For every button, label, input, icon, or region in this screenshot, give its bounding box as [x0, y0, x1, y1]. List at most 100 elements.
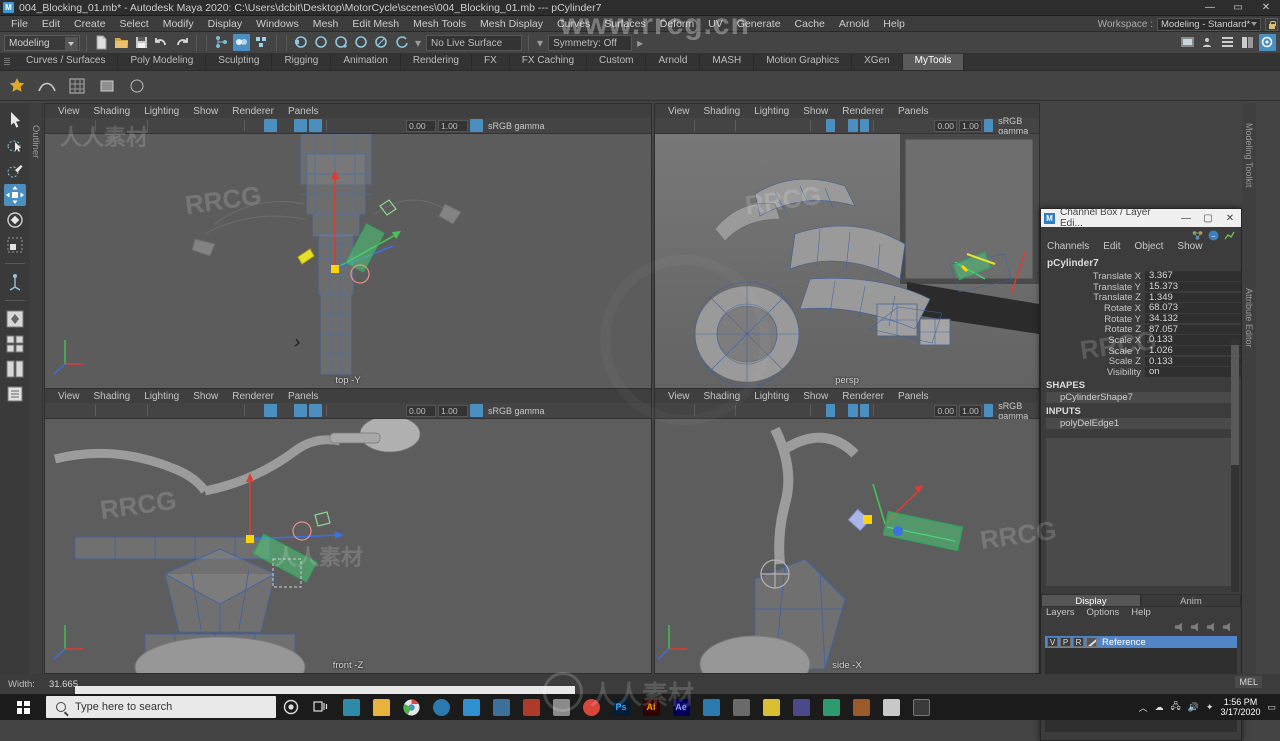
- resolution-gate-icon[interactable]: [740, 119, 749, 132]
- gate-mask-icon[interactable]: [167, 119, 180, 132]
- snap-projection-icon[interactable]: [353, 34, 370, 51]
- viewport-menu-view-2[interactable]: View: [51, 391, 87, 402]
- shelf-tab-rendering[interactable]: Rendering: [401, 53, 472, 70]
- menu-item-curves[interactable]: Curves: [550, 16, 597, 32]
- shelf-item-extra-icon[interactable]: [124, 73, 150, 99]
- minimize-button[interactable]: —: [1196, 0, 1224, 16]
- toggle-attribute-editor-icon[interactable]: [1219, 34, 1236, 51]
- bookmark-icon[interactable]: [681, 404, 690, 417]
- viewport-canvas-persp[interactable]: persp: [655, 134, 1039, 388]
- grease-pencil-icon[interactable]: [721, 404, 730, 417]
- live-surface-arrow[interactable]: ▾: [413, 36, 423, 50]
- shelf-tab-motion-graphics[interactable]: Motion Graphics: [754, 53, 853, 70]
- wireframe-icon[interactable]: [249, 404, 262, 417]
- layer-color-swatch[interactable]: [1086, 637, 1097, 647]
- menu-item-edit-mesh[interactable]: Edit Mesh: [345, 16, 406, 32]
- menu-item-uv[interactable]: UV: [701, 16, 730, 32]
- channel-row[interactable]: Translate X 3.367: [1041, 270, 1241, 282]
- wireframe-icon[interactable]: [249, 119, 262, 132]
- color-management-icon[interactable]: [983, 404, 994, 417]
- shelf-tab-custom[interactable]: Custom: [587, 53, 647, 70]
- shelf-tab-poly-modeling[interactable]: Poly Modeling: [118, 53, 207, 70]
- taskbar-photoshop-icon[interactable]: Ps: [606, 694, 636, 720]
- taskbar-app-10-icon[interactable]: [846, 694, 876, 720]
- make-live-icon[interactable]: [393, 34, 410, 51]
- last-tool-used[interactable]: [4, 271, 26, 293]
- texture-icon[interactable]: [859, 119, 869, 132]
- smooth-shade-icon[interactable]: [825, 119, 835, 132]
- layer-down-icon[interactable]: [1223, 622, 1230, 632]
- snap-point-icon[interactable]: [333, 34, 350, 51]
- smooth-shade-textured-icon[interactable]: [279, 119, 292, 132]
- shelf-tab-arnold[interactable]: Arnold: [646, 53, 701, 70]
- channel-box-menu-channels[interactable]: Channels: [1047, 241, 1097, 255]
- menu-item-mesh-tools[interactable]: Mesh Tools: [406, 16, 473, 32]
- resolution-gate-icon[interactable]: [740, 404, 749, 417]
- taskbar-edge-icon[interactable]: [426, 694, 456, 720]
- viewport-side[interactable]: View Shading Lighting Show Renderer Panels 0.…: [654, 388, 1040, 674]
- menu-item-generate[interactable]: Generate: [730, 16, 788, 32]
- shelf-tab-xgen[interactable]: XGen: [852, 53, 903, 70]
- undo-icon[interactable]: [153, 34, 170, 51]
- viewport-menu-view-3[interactable]: View: [661, 391, 697, 402]
- tray-overflow-icon[interactable]: ︿: [1139, 701, 1148, 714]
- menu-item-arnold[interactable]: Arnold: [832, 16, 876, 32]
- viewport-menu-lighting-1[interactable]: Lighting: [747, 106, 796, 117]
- channel-value-field[interactable]: 15.373: [1145, 281, 1241, 293]
- channel-row[interactable]: Scale X 0.133: [1041, 335, 1241, 346]
- shelf-tab-sculpting[interactable]: Sculpting: [206, 53, 273, 70]
- open-scene-icon[interactable]: [113, 34, 130, 51]
- two-d-pan-zoom-icon[interactable]: [710, 404, 719, 417]
- xray-joints-icon[interactable]: [785, 404, 794, 417]
- menu-item-deform[interactable]: Deform: [653, 16, 701, 32]
- shelf-tab-animation[interactable]: Animation: [331, 53, 401, 70]
- texture-icon[interactable]: [309, 119, 322, 132]
- taskbar-aftereffects-icon[interactable]: Ae: [666, 694, 696, 720]
- screen-space-ao-icon[interactable]: [900, 119, 909, 132]
- shelf-tab-mash[interactable]: MASH: [700, 53, 755, 70]
- scrollbar-thumb[interactable]: [1231, 345, 1239, 465]
- multisample-icon[interactable]: [391, 119, 404, 132]
- menu-item-file[interactable]: File: [4, 16, 35, 32]
- layer-row-reference[interactable]: V P R Reference: [1045, 636, 1237, 648]
- shapes-item[interactable]: pCylinderShape7: [1046, 391, 1235, 403]
- menu-item-cache[interactable]: Cache: [788, 16, 832, 32]
- viewport-menu-show-2[interactable]: Show: [186, 391, 225, 402]
- bluetooth-icon[interactable]: ✦: [1206, 702, 1214, 713]
- xray-joints-icon[interactable]: [212, 119, 225, 132]
- menu-item-select[interactable]: Select: [113, 16, 156, 32]
- lock-icon[interactable]: [1265, 17, 1278, 31]
- taskbar-app-9-icon[interactable]: [816, 694, 846, 720]
- motion-blur-icon[interactable]: [376, 119, 389, 132]
- menu-item-create[interactable]: Create: [67, 16, 113, 32]
- grease-pencil-icon[interactable]: [130, 404, 143, 417]
- screen-space-ao-icon[interactable]: [361, 404, 374, 417]
- motion-blur-icon[interactable]: [912, 119, 921, 132]
- shelf-tab-mytools[interactable]: MyTools: [902, 53, 965, 70]
- smooth-shade-textured-icon[interactable]: [837, 119, 846, 132]
- multisample-icon[interactable]: [923, 404, 932, 417]
- camera-attributes-icon[interactable]: [669, 119, 678, 132]
- camera-attributes-icon[interactable]: [63, 404, 76, 417]
- viewport-menu-renderer-0[interactable]: Renderer: [225, 106, 281, 117]
- inputs-item[interactable]: polyDelEdge1: [1046, 417, 1235, 429]
- lighting-icon[interactable]: [331, 404, 344, 417]
- channel-box-menu-edit[interactable]: Edit: [1103, 241, 1128, 255]
- hierarchy-select-icon[interactable]: [213, 34, 230, 51]
- taskbar-explorer-icon[interactable]: [366, 694, 396, 720]
- symmetry-field[interactable]: Symmetry: Off: [548, 34, 633, 51]
- live-surface-field[interactable]: No Live Surface: [426, 34, 523, 51]
- shadows-icon[interactable]: [889, 119, 898, 132]
- viewport-canvas-top[interactable]: top -Y: [45, 134, 651, 388]
- viewport-persp[interactable]: View Shading Lighting Show Renderer Panels 0.…: [654, 103, 1040, 389]
- toggle-modeling-toolkit-icon[interactable]: [1259, 34, 1276, 51]
- channel-box-maximize-button[interactable]: ▢: [1197, 213, 1219, 224]
- snap-curve-icon[interactable]: [313, 34, 330, 51]
- color-management-icon[interactable]: [470, 404, 483, 417]
- xray-icon[interactable]: [774, 119, 783, 132]
- channel-value-field[interactable]: 1.026: [1145, 345, 1241, 357]
- save-scene-icon[interactable]: [133, 34, 150, 51]
- viewport-menu-renderer-2[interactable]: Renderer: [225, 391, 281, 402]
- bookmark-icon[interactable]: [681, 119, 690, 132]
- viewport-menu-show-3[interactable]: Show: [796, 391, 835, 402]
